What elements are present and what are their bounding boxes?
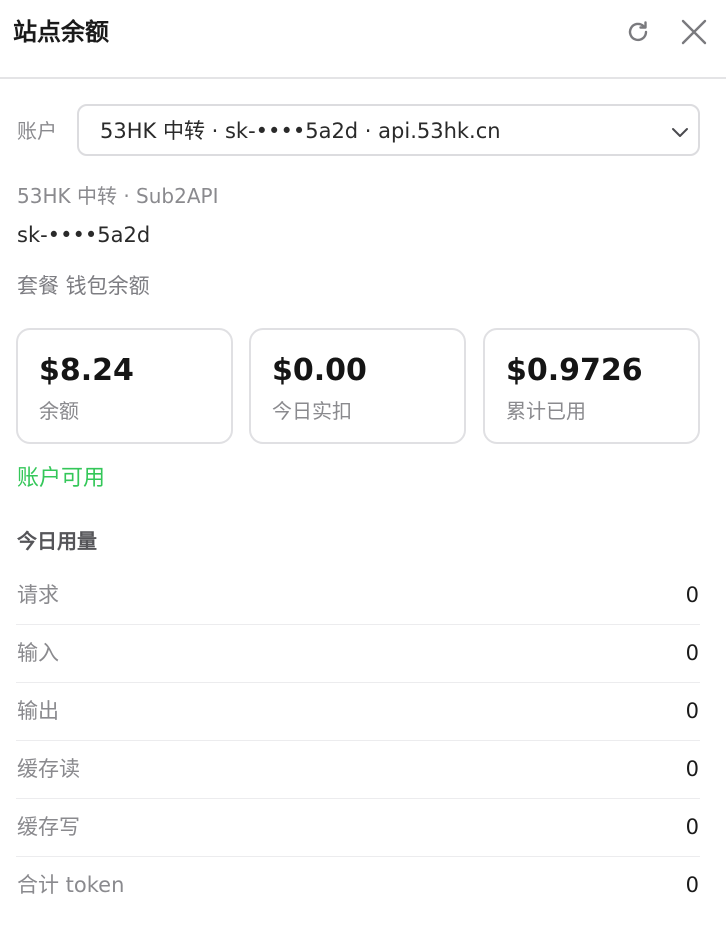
usage-row-requests: 请求 0 bbox=[16, 567, 700, 625]
usage-row-label: 缓存读 bbox=[17, 757, 80, 781]
usage-row-value: 0 bbox=[685, 873, 699, 897]
close-button[interactable] bbox=[678, 16, 710, 48]
usage-row-value: 0 bbox=[685, 699, 699, 723]
account-status: 账户可用 bbox=[17, 466, 106, 491]
usage-row-input: 输入 0 bbox=[16, 625, 700, 683]
usage-row-total-tokens: 合计 token 0 bbox=[16, 857, 700, 915]
refresh-button[interactable] bbox=[622, 16, 654, 48]
usage-row-output: 输出 0 bbox=[16, 683, 700, 741]
today-charge-label: 今日实扣 bbox=[272, 399, 352, 423]
usage-row-label: 合计 token bbox=[17, 873, 125, 897]
total-used-card: $0.9726 累计已用 bbox=[483, 328, 700, 444]
usage-row-label: 请求 bbox=[17, 583, 59, 607]
usage-row-value: 0 bbox=[685, 757, 699, 781]
refresh-icon bbox=[628, 21, 648, 42]
total-used-value: $0.9726 bbox=[506, 353, 643, 388]
usage-row-cache-read: 缓存读 0 bbox=[16, 741, 700, 799]
panel-header: 站点余额 bbox=[0, 0, 726, 79]
site-name: 53HK 中转 · Sub2API bbox=[17, 184, 219, 208]
balance-label: 余额 bbox=[39, 399, 79, 423]
today-charge-value: $0.00 bbox=[272, 353, 367, 388]
account-label: 账户 bbox=[17, 119, 57, 143]
usage-row-label: 输出 bbox=[17, 699, 59, 723]
usage-row-cache-write: 缓存写 0 bbox=[16, 799, 700, 857]
usage-row-label: 输入 bbox=[17, 641, 59, 665]
balance-card: $8.24 余额 bbox=[16, 328, 233, 444]
api-key: sk-••••5a2d bbox=[17, 223, 151, 247]
usage-row-value: 0 bbox=[685, 583, 699, 607]
usage-row-value: 0 bbox=[685, 815, 699, 839]
usage-row-label: 缓存写 bbox=[17, 815, 80, 839]
usage-row-value: 0 bbox=[685, 641, 699, 665]
usage-section-title: 今日用量 bbox=[17, 529, 97, 553]
balance-value: $8.24 bbox=[39, 353, 134, 388]
account-select-value: 53HK 中转 · sk-••••5a2d · api.53hk.cn bbox=[100, 119, 501, 143]
account-select[interactable]: 53HK 中转 · sk-••••5a2d · api.53hk.cn bbox=[77, 104, 700, 156]
plan-type: 套餐 钱包余额 bbox=[17, 274, 150, 298]
page-title: 站点余额 bbox=[13, 18, 109, 46]
close-icon bbox=[681, 19, 707, 45]
chevron-down-icon bbox=[672, 128, 688, 137]
total-used-label: 累计已用 bbox=[506, 399, 586, 423]
today-charge-card: $0.00 今日实扣 bbox=[249, 328, 466, 444]
